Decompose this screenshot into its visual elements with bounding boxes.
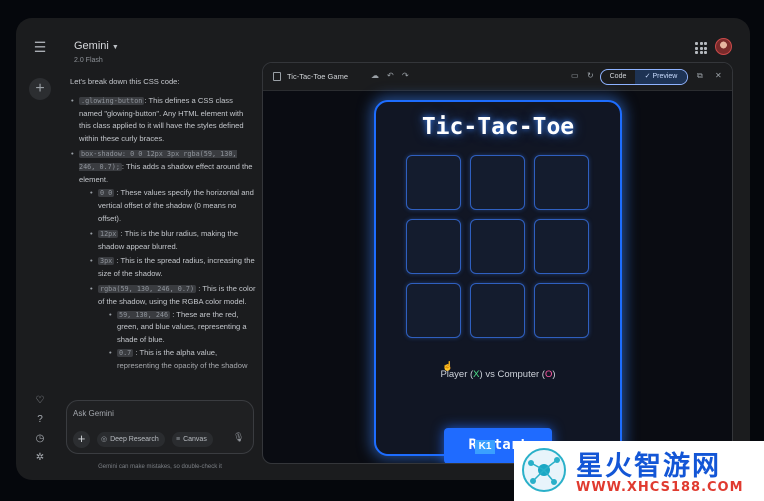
deep-research-label: Deep Research	[110, 436, 159, 443]
view-toggle: Code ✓ Preview	[600, 69, 688, 85]
avatar[interactable]	[715, 38, 732, 55]
share-icon[interactable]: ☁	[371, 71, 379, 80]
watermark-url: WWW.XHCS188.COM	[576, 480, 744, 495]
refresh-icon[interactable]: ↻	[587, 71, 594, 80]
document-icon	[273, 72, 281, 81]
board-cell[interactable]	[470, 283, 525, 338]
canvas-label: Canvas	[183, 436, 207, 443]
menu-icon[interactable]: ☰	[30, 37, 50, 57]
inline-code: .glowing-button	[79, 96, 145, 105]
app-name: Gemini	[74, 40, 109, 52]
gem-icon[interactable]: ♡	[30, 391, 50, 411]
canvas-title: Tic-Tac-Toe Game	[287, 72, 348, 81]
game-title: Tic-Tac-Toe	[421, 114, 575, 140]
list-item: box-shadow: 0 0 12px 3px rgba(59, 130, 2…	[70, 148, 256, 373]
deep-research-button[interactable]: ◎ Deep Research	[97, 432, 165, 447]
settings-icon[interactable]: ✲	[30, 448, 50, 468]
status-text: )	[552, 369, 556, 380]
mic-icon[interactable]: 🎙	[233, 432, 244, 443]
inline-code: rgba(59, 130, 246, 0.7)	[98, 284, 197, 293]
inline-code: 12px	[98, 229, 119, 238]
list-item-text: : This is the spread radius, increasing …	[98, 256, 255, 279]
prompt-input[interactable]	[73, 409, 243, 418]
canvas-panel: Tic-Tac-Toe Game ☁ ↶ ↷ ▭ ↻ Code ✓ Previe…	[262, 62, 733, 464]
console-icon[interactable]: ▭	[571, 71, 579, 80]
apps-icon[interactable]	[695, 42, 707, 54]
board-cell[interactable]	[406, 155, 461, 210]
list-item: 59, 130, 246 : These are the red, green,…	[108, 309, 256, 347]
list-item: .glowing-button: This defines a CSS clas…	[70, 95, 256, 146]
help-icon[interactable]: ?	[30, 410, 50, 430]
list-item: 0 0 : These values specify the horizonta…	[89, 187, 256, 225]
model-switcher[interactable]: Gemini ▼ 2.0 Flash	[74, 36, 119, 64]
board-cell[interactable]	[534, 283, 589, 338]
prompt-box: + ◎Deep Research ≡Canvas 🎙	[66, 400, 254, 454]
game-container: Tic-Tac-Toe ☝ Player (X) vs Computer (O)…	[374, 100, 622, 463]
close-icon[interactable]: ✕	[715, 71, 722, 80]
inline-code: 3px	[98, 257, 115, 266]
preview-label: Preview	[652, 73, 678, 80]
plus-icon: +	[77, 431, 86, 446]
model-name: 2.0 Flash	[74, 57, 103, 64]
add-attachment-button[interactable]: +	[73, 431, 90, 448]
game-status: Player (X) vs Computer (O)	[376, 369, 620, 380]
watermark-logo-icon	[522, 448, 566, 492]
inline-code: 59, 130, 246	[117, 310, 171, 319]
list-item: 3px : This is the spread radius, increas…	[89, 255, 256, 281]
plus-icon: +	[35, 80, 45, 97]
chat-response: Let's break down this CSS code: .glowing…	[70, 76, 256, 398]
watermark: 星火智游网 WWW.XHCS188.COM	[514, 441, 764, 501]
app-window: ☰ + ♡ ? ◷ ✲ Gemini ▼ 2.0 Flash Let's brea…	[16, 18, 750, 480]
preview-tab[interactable]: ✓ Preview	[635, 70, 687, 84]
scroll-fade	[70, 358, 256, 400]
watermark-brand: 星火智游网	[576, 451, 721, 482]
board-cell[interactable]	[406, 219, 461, 274]
list-item: 12px : This is the blur radius, making t…	[89, 228, 256, 254]
canvas-button[interactable]: ≡ Canvas	[172, 432, 213, 447]
undo-icon[interactable]: ↶	[387, 71, 394, 80]
new-chat-button[interactable]: +	[29, 78, 51, 100]
disclaimer: Gemini can make mistakes, so double-chec…	[98, 464, 222, 470]
game-board	[406, 155, 589, 338]
caret-down-icon: ▼	[111, 44, 119, 51]
overlay-badge: K1	[475, 440, 495, 454]
board-cell[interactable]	[470, 219, 525, 274]
board-cell[interactable]	[406, 283, 461, 338]
status-text: ) vs Computer (	[479, 369, 545, 380]
redo-icon[interactable]: ↷	[402, 71, 409, 80]
board-cell[interactable]	[534, 155, 589, 210]
inline-code: 0.7	[117, 348, 134, 357]
canvas-icon: ≡	[176, 436, 181, 443]
code-tab[interactable]: Code	[601, 70, 635, 84]
board-cell[interactable]	[534, 219, 589, 274]
history-icon[interactable]: ◷	[30, 429, 50, 449]
deep-research-icon: ◎	[101, 436, 108, 443]
inline-code: 0 0	[98, 189, 115, 198]
list-item-text: : This is the blur radius, making the sh…	[98, 228, 239, 251]
status-text: Player (	[440, 369, 474, 380]
board-cell[interactable]	[470, 155, 525, 210]
copy-icon[interactable]: ⧉	[697, 71, 703, 81]
list-item-text: : These values specify the horizontal an…	[98, 188, 254, 223]
left-rail: ☰ + ♡ ? ◷ ✲	[16, 18, 64, 480]
canvas-toolbar: Tic-Tac-Toe Game ☁ ↶ ↷ ▭ ↻ Code ✓ Previe…	[263, 63, 732, 91]
response-intro: Let's break down this CSS code:	[70, 77, 180, 86]
